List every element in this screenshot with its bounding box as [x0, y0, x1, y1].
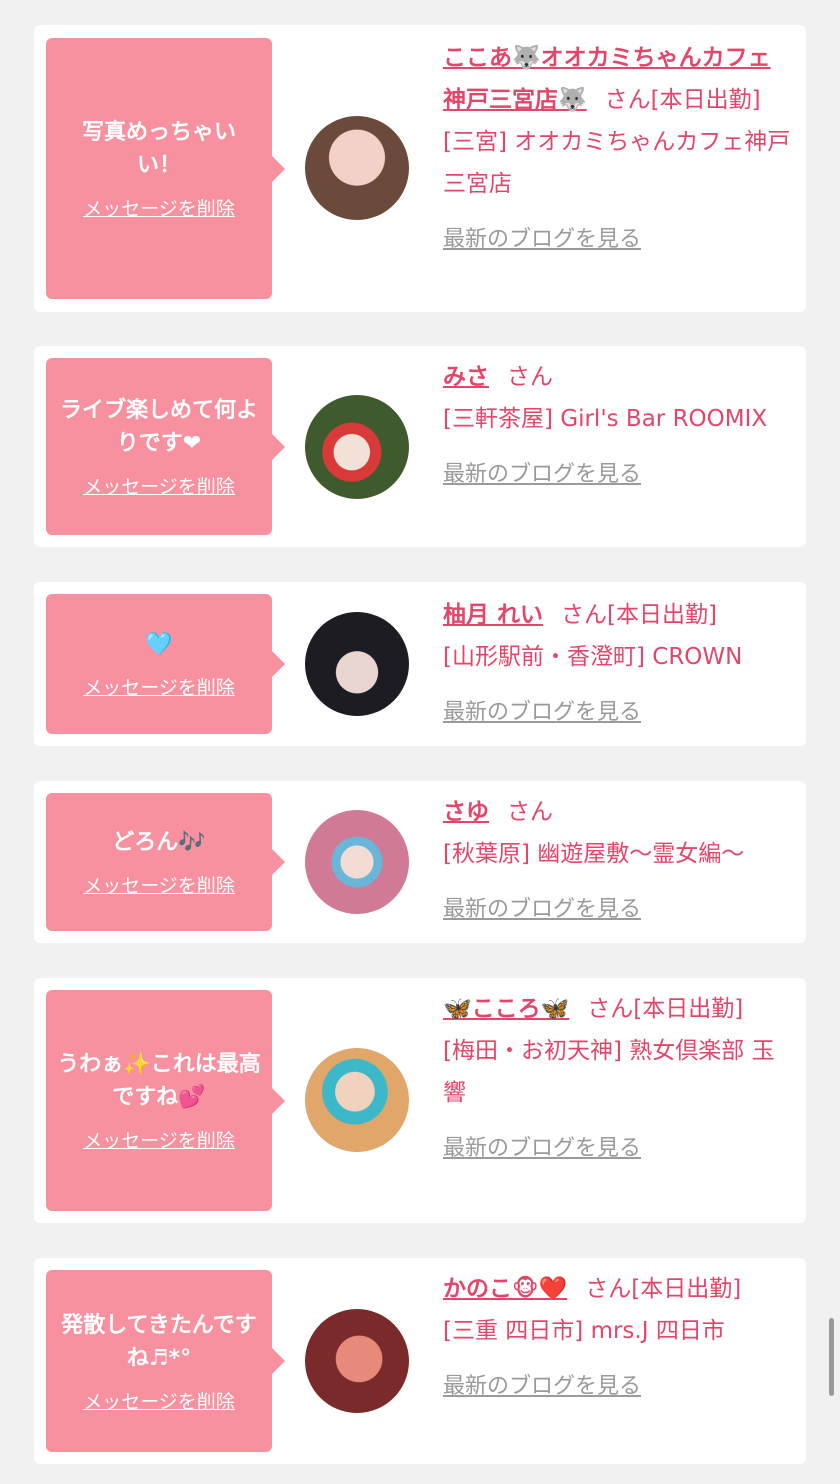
store-text: [梅田・お初天神] 熟女倶楽部 玉響: [443, 1038, 775, 1106]
cast-suffix: さん[本日出勤]: [604, 87, 761, 113]
message-text: 発散してきたんですね♬*°: [61, 1312, 257, 1371]
message-card: 写真めっちゃいい！ メッセージを削除 ここあ🐺オオカミちゃんカフェ神戸三宮店🐺 さ…: [34, 25, 806, 312]
delete-message-link[interactable]: メッセージを削除: [83, 673, 235, 700]
cast-name-link[interactable]: みさ: [443, 364, 489, 390]
cast-info: みさ さん [三軒茶屋] Girl's Bar ROOMIX 最新のブログを見る: [443, 356, 793, 496]
message-bubble: 写真めっちゃいい！ メッセージを削除: [46, 38, 285, 299]
cast-suffix: さん[本日出勤]: [585, 1276, 742, 1302]
message-bubble: 発散してきたんですね♬*° メッセージを削除: [46, 1270, 285, 1452]
message-card: 🩵 メッセージを削除 柚月 れい さん[本日出勤] [山形駅前・香澄町] CROW…: [34, 582, 806, 746]
avatar[interactable]: [305, 612, 409, 716]
store-text: [秋葉原] 幽遊屋敷〜霊女編〜: [443, 841, 745, 867]
message-text: 🩵: [145, 632, 173, 657]
avatar[interactable]: [305, 1048, 409, 1152]
delete-message-link[interactable]: メッセージを削除: [83, 871, 235, 898]
cast-info: さゆ さん [秋葉原] 幽遊屋敷〜霊女編〜 最新のブログを見る: [443, 791, 793, 931]
avatar[interactable]: [305, 1309, 409, 1413]
delete-message-link[interactable]: メッセージを削除: [83, 194, 235, 221]
store-text: [三重 四日市] mrs.J 四日市: [443, 1318, 725, 1344]
cast-info: 🦋こころ🦋 さん[本日出勤] [梅田・お初天神] 熟女倶楽部 玉響 最新のブログを…: [443, 988, 793, 1170]
cast-suffix: さん[本日出勤]: [587, 996, 744, 1022]
message-text: うわぁ✨これは最高ですね💕: [57, 1052, 261, 1110]
message-bubble: どろん🎶 メッセージを削除: [46, 793, 285, 931]
cast-name-link[interactable]: 柚月 れい: [443, 602, 543, 628]
store-text: [三軒茶屋] Girl's Bar ROOMIX: [443, 406, 768, 432]
cast-suffix: さん: [507, 799, 553, 825]
delete-message-link[interactable]: メッセージを削除: [83, 472, 235, 499]
cast-name-link[interactable]: さゆ: [443, 799, 489, 825]
blog-link[interactable]: 最新のブログを見る: [443, 1366, 641, 1408]
cast-suffix: さん: [507, 364, 553, 390]
message-text: どろん🎶: [112, 830, 206, 855]
avatar[interactable]: [305, 810, 409, 914]
blog-link[interactable]: 最新のブログを見る: [443, 454, 641, 496]
message-card: うわぁ✨これは最高ですね💕 メッセージを削除 🦋こころ🦋 さん[本日出勤] [梅田…: [34, 978, 806, 1223]
blog-link[interactable]: 最新のブログを見る: [443, 1128, 641, 1170]
message-bubble: ライブ楽しめて何よりです❤ メッセージを削除: [46, 358, 285, 535]
cast-info: ここあ🐺オオカミちゃんカフェ神戸三宮店🐺 さん[本日出勤] [三宮] オオカミちゃ…: [443, 37, 793, 261]
cast-suffix: さん[本日出勤]: [561, 602, 717, 628]
message-text: 写真めっちゃいい！: [81, 120, 236, 178]
blog-link[interactable]: 最新のブログを見る: [443, 219, 641, 261]
delete-message-link[interactable]: メッセージを削除: [83, 1126, 235, 1153]
message-card: ライブ楽しめて何よりです❤ メッセージを削除 みさ さん [三軒茶屋] Girl'…: [34, 346, 806, 547]
message-card: 発散してきたんですね♬*° メッセージを削除 かのこ🐵❤️ さん[本日出勤] [三…: [34, 1258, 806, 1464]
cast-info: かのこ🐵❤️ さん[本日出勤] [三重 四日市] mrs.J 四日市 最新のブログ…: [443, 1268, 793, 1408]
cast-name-link[interactable]: かのこ🐵❤️: [443, 1276, 567, 1302]
avatar[interactable]: [305, 395, 409, 499]
delete-message-link[interactable]: メッセージを削除: [83, 1387, 235, 1414]
cast-name-link[interactable]: 🦋こころ🦋: [443, 996, 569, 1022]
store-text: [三宮] オオカミちゃんカフェ神戸三宮店: [443, 129, 791, 197]
store-text: [山形駅前・香澄町] CROWN: [443, 644, 743, 670]
blog-link[interactable]: 最新のブログを見る: [443, 692, 641, 734]
message-text: ライブ楽しめて何よりです❤: [59, 398, 258, 456]
avatar[interactable]: [305, 116, 409, 220]
message-card: どろん🎶 メッセージを削除 さゆ さん [秋葉原] 幽遊屋敷〜霊女編〜 最新のブロ…: [34, 781, 806, 943]
message-bubble: 🩵 メッセージを削除: [46, 594, 285, 734]
blog-link[interactable]: 最新のブログを見る: [443, 889, 641, 931]
scrollbar[interactable]: [829, 1318, 834, 1396]
cast-info: 柚月 れい さん[本日出勤] [山形駅前・香澄町] CROWN 最新のブログを見る: [443, 594, 793, 734]
message-bubble: うわぁ✨これは最高ですね💕 メッセージを削除: [46, 990, 285, 1211]
